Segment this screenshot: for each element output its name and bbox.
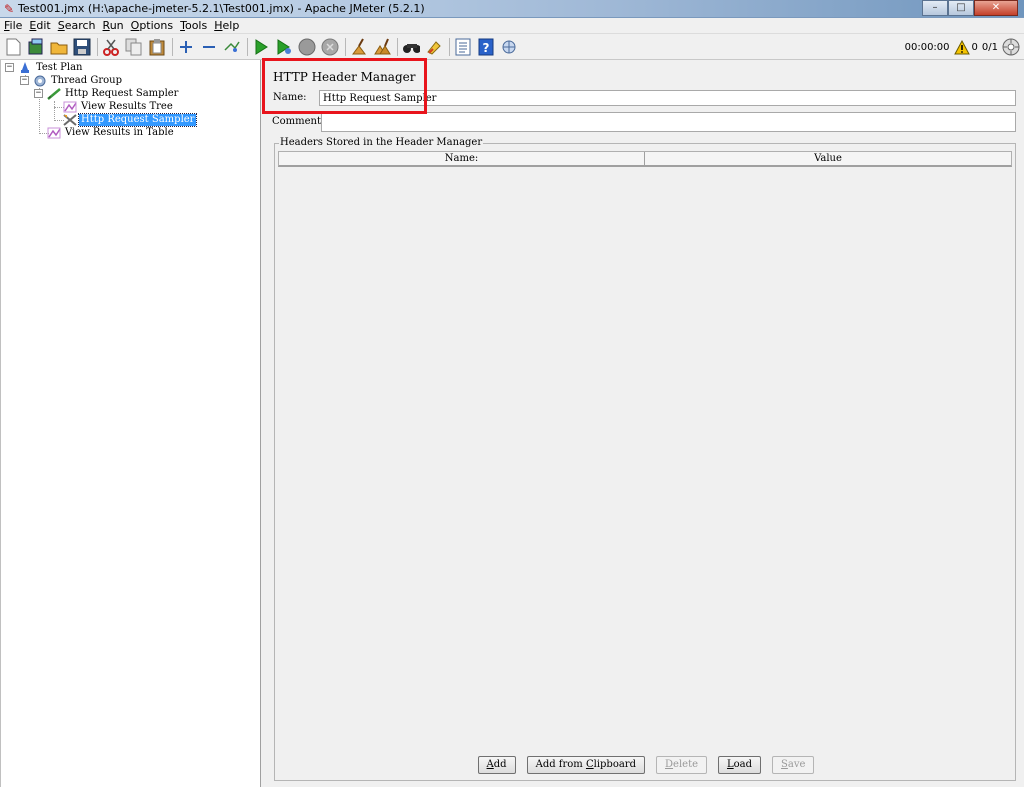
title-bar: ✎ Test001.jmx (H:\apache-jmeter-5.2.1\Te… [0, 0, 1024, 18]
column-name[interactable]: Name: [279, 152, 645, 165]
load-button[interactable]: Load [718, 756, 762, 774]
tree-node-view-results-table[interactable]: View Results in Table [47, 126, 176, 139]
stop-icon[interactable] [298, 38, 316, 56]
expand-icon[interactable] [177, 38, 195, 56]
function-helper-icon[interactable] [454, 38, 472, 56]
clear-all-icon[interactable] [373, 38, 391, 56]
config-icon [63, 113, 77, 126]
name-field[interactable] [319, 90, 1016, 106]
window-controls: – □ ✕ [922, 0, 1018, 16]
threads-count: 0/1 [981, 41, 998, 53]
menu-options[interactable]: Options [131, 18, 173, 33]
panel-title: HTTP Header Manager [273, 70, 416, 84]
comments-field[interactable] [321, 112, 1016, 132]
menu-run[interactable]: Run [103, 18, 124, 33]
open-icon[interactable] [50, 38, 68, 56]
headers-table-header: Name: Value [278, 151, 1012, 167]
listener-table-icon [47, 127, 61, 139]
toolbar: ? 00:00:00 0 0/1 [0, 34, 1024, 60]
reset-search-icon[interactable] [425, 38, 443, 56]
tree-node-thread-group[interactable]: Thread Group [33, 74, 124, 87]
new-icon[interactable] [4, 38, 22, 56]
window-title: Test001.jmx (H:\apache-jmeter-5.2.1\Test… [18, 2, 425, 15]
search-icon[interactable] [402, 38, 420, 56]
remote-icon[interactable] [500, 38, 518, 56]
collapse-icon[interactable] [200, 38, 218, 56]
jmeter-feather-icon: ✎ [4, 2, 15, 16]
shutdown-icon[interactable] [321, 38, 339, 56]
menu-tools[interactable]: Tools [180, 18, 207, 33]
warning-icon[interactable] [953, 39, 970, 55]
test-plan-icon [18, 61, 32, 74]
clear-icon[interactable] [350, 38, 368, 56]
remote-indicator-icon[interactable] [1002, 38, 1020, 56]
save-icon[interactable] [73, 38, 91, 56]
toggle-icon[interactable] [223, 38, 241, 56]
copy-icon[interactable] [125, 38, 143, 56]
header-manager-panel: HTTP Header Manager Name: Comments: Head… [266, 60, 1024, 787]
headers-table-body[interactable] [278, 167, 1012, 753]
sampler-expander[interactable]: − [34, 89, 43, 98]
headers-group: Headers Stored in the Header Manager Nam… [274, 137, 1017, 781]
thread-group-expander[interactable]: − [20, 76, 29, 85]
elapsed-timer: 00:00:00 [904, 41, 950, 53]
help-icon[interactable]: ? [477, 38, 495, 56]
start-no-pause-icon[interactable] [275, 38, 293, 56]
close-button[interactable]: ✕ [974, 0, 1018, 16]
tree-node-http-sampler[interactable]: Http Request Sampler [47, 87, 180, 100]
column-value[interactable]: Value [645, 152, 1011, 165]
save-button[interactable]: Save [772, 756, 815, 774]
start-icon[interactable] [252, 38, 270, 56]
headers-group-title: Headers Stored in the Header Manager [279, 137, 484, 149]
delete-button[interactable]: Delete [656, 756, 708, 774]
header-buttons: Add Add from Clipboard Delete Load Save [275, 756, 1017, 776]
listener-icon [63, 101, 77, 113]
tree-node-view-results-tree[interactable]: View Results Tree [63, 100, 175, 113]
add-from-clipboard-button[interactable]: Add from Clipboard [526, 756, 645, 774]
sampler-icon [47, 87, 61, 100]
templates-icon[interactable] [27, 38, 45, 56]
menu-search[interactable]: Search [58, 18, 96, 33]
minimize-button[interactable]: – [922, 0, 948, 16]
add-button[interactable]: Add [477, 756, 516, 774]
paste-icon[interactable] [148, 38, 166, 56]
menu-bar: File Edit Search Run Options Tools Help [0, 18, 1024, 34]
menu-help[interactable]: Help [214, 18, 239, 33]
warning-count: 0 [971, 41, 978, 53]
cut-icon[interactable] [102, 38, 120, 56]
thread-group-icon [33, 75, 47, 87]
run-status: 00:00:00 0 0/1 [905, 37, 1020, 57]
test-plan-tree[interactable]: − Test Plan − Thread Group − Http Reques… [0, 60, 261, 787]
tree-node-test-plan[interactable]: Test Plan [18, 61, 84, 74]
test-plan-expander[interactable]: − [5, 63, 14, 72]
maximize-button[interactable]: □ [948, 0, 974, 16]
tree-node-header-manager[interactable]: Http Request Sampler [63, 112, 198, 127]
svg-text:?: ? [483, 41, 490, 55]
menu-edit[interactable]: Edit [29, 18, 50, 33]
menu-file[interactable]: File [4, 18, 22, 33]
name-label: Name: [273, 92, 307, 103]
